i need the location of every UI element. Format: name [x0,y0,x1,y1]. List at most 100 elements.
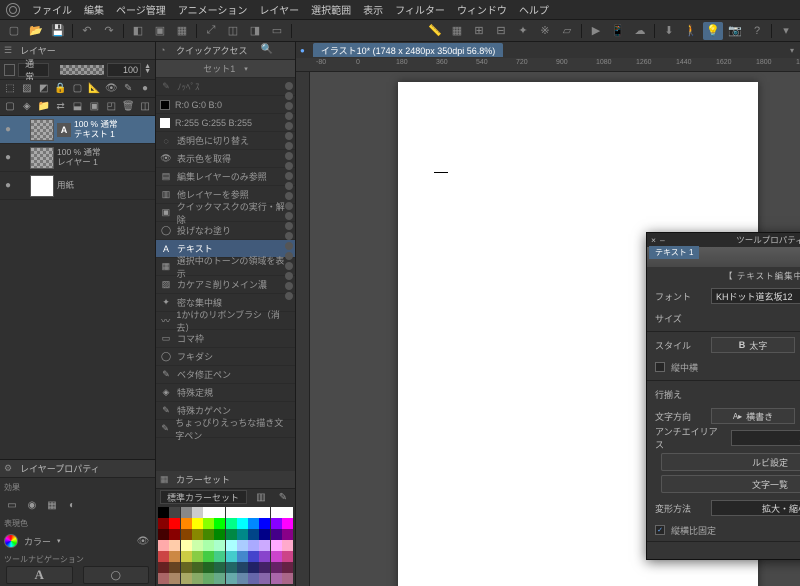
swatch[interactable] [169,551,180,562]
timeline-icon[interactable]: ▶ [586,22,606,40]
swatch[interactable] [203,573,214,584]
invert-icon[interactable]: ◨ [245,22,265,40]
swatch[interactable] [192,540,203,551]
swatch[interactable] [226,540,237,551]
swatch[interactable] [248,540,259,551]
swatch[interactable] [214,562,225,573]
swatch[interactable] [282,529,293,540]
ruler-icon[interactable]: 📏 [425,22,445,40]
swatch[interactable] [282,540,293,551]
mask-icon[interactable]: ▢ [70,81,86,96]
swatch[interactable] [181,507,192,518]
swatch[interactable] [181,518,192,529]
opacity-input[interactable] [107,63,141,77]
swatch[interactable] [271,507,282,518]
two-pane-icon[interactable]: ◫ [137,99,153,114]
lock-alpha-icon[interactable]: ▨ [19,81,35,96]
merge-icon[interactable]: ⬓ [70,99,86,114]
swatch[interactable] [192,573,203,584]
qa-item[interactable]: ▤編集レイヤーのみ参照 [156,168,295,186]
color-wheel-icon[interactable] [4,534,18,548]
swatch[interactable] [237,529,248,540]
swatch[interactable] [282,518,293,529]
swatch[interactable] [169,540,180,551]
scale-icon[interactable]: ⤢ [201,22,221,40]
swatch[interactable] [259,573,270,584]
menu-item[interactable]: レイヤー [259,2,299,17]
chevron-down-icon[interactable]: ▾ [57,537,61,545]
draft-icon[interactable]: ✎ [120,81,136,96]
swatch[interactable] [271,540,282,551]
swatch[interactable] [259,562,270,573]
clear-icon[interactable]: ▣ [150,22,170,40]
qa-item[interactable]: ✎ベタ修正ペン [156,366,295,384]
swatch[interactable] [237,507,248,518]
mask-create-icon[interactable]: ▣ [86,99,102,114]
blend-mode-select[interactable]: 通常 [18,63,48,77]
swatch[interactable] [248,562,259,573]
swatch[interactable] [181,529,192,540]
snap-grid-icon[interactable]: ⊞ [469,22,489,40]
qa-item[interactable]: 👁表示色を取得 [156,150,295,168]
swatch[interactable] [271,562,282,573]
qa-item[interactable]: ✎ﾉｯﾍﾟｽ [156,78,295,96]
swatch[interactable] [158,562,169,573]
apply-mask-icon[interactable]: ◰ [103,99,119,114]
swatch[interactable] [181,562,192,573]
help-icon[interactable]: ? [747,22,767,40]
redo-icon[interactable]: ↷ [99,22,119,40]
swatch[interactable] [282,573,293,584]
swatch[interactable] [158,551,169,562]
swatch[interactable] [169,573,180,584]
swatch[interactable] [214,573,225,584]
workspace-icon[interactable]: ▾ [776,22,796,40]
chevron-down-icon[interactable]: ▾ [790,46,794,55]
close-icon[interactable]: × [651,235,656,245]
swatch[interactable] [226,529,237,540]
swatch[interactable] [237,551,248,562]
swatch[interactable] [271,529,282,540]
charlist-button[interactable]: 文字一覧 [661,475,800,493]
visibility-icon[interactable]: ● [2,180,14,191]
swatch[interactable] [203,551,214,562]
layer-row[interactable]: ● A 100 % 通常テキスト 1 [0,116,155,144]
swatch-grid[interactable] [158,507,293,584]
document-tab[interactable]: イラスト10* (1748 x 2480px 350dpi 56.8%) [313,43,503,57]
swatch[interactable] [169,562,180,573]
tool-property-panel[interactable]: ×– ツールプロパティ テキスト 1 AA 【 テキスト編集中 】 フォント K… [646,232,800,560]
swatch[interactable] [158,573,169,584]
swatch[interactable] [192,529,203,540]
swatch[interactable] [158,529,169,540]
layer-row[interactable]: ● 100 % 通常レイヤー 1 [0,144,155,172]
swatch[interactable] [226,507,237,518]
swatch[interactable] [203,562,214,573]
lock-pixel-icon[interactable]: ◩ [36,81,52,96]
swatch[interactable] [259,507,270,518]
tatechuyoko-checkbox[interactable] [655,362,665,372]
swatch[interactable] [226,518,237,529]
swatch[interactable] [237,518,248,529]
ruler-layer-icon[interactable]: 📐 [86,81,102,96]
font-select[interactable]: KHドット道玄坂12▲▼ [711,288,800,304]
transform-select[interactable]: 拡大・縮小・回転▲▼ [711,500,800,516]
qa-item[interactable]: R:0 G:0 B:0 [156,96,295,114]
assets-icon[interactable]: ⬇ [659,22,679,40]
swatch[interactable] [248,551,259,562]
swatch[interactable] [226,551,237,562]
lock-all-icon[interactable]: 🔒 [53,81,69,96]
smartphone-icon[interactable]: 📱 [608,22,628,40]
qa-item[interactable]: ▣クイックマスクの実行・解除 [156,204,295,222]
search-icon[interactable]: 🔍 [261,44,273,55]
swatch[interactable] [214,518,225,529]
swatch[interactable] [214,540,225,551]
swatch[interactable] [248,573,259,584]
swatch[interactable] [248,529,259,540]
visibility-icon[interactable]: ● [2,152,14,163]
qa-item[interactable]: ◈特殊定規 [156,384,295,402]
menu-item[interactable]: フィルター [395,2,445,17]
text-tool-button[interactable]: A [6,566,73,584]
swatch[interactable] [237,540,248,551]
menu-item[interactable]: ヘルプ [519,2,549,17]
opacity-slider[interactable] [60,65,104,75]
preset-tab[interactable]: テキスト 1 [649,246,699,259]
